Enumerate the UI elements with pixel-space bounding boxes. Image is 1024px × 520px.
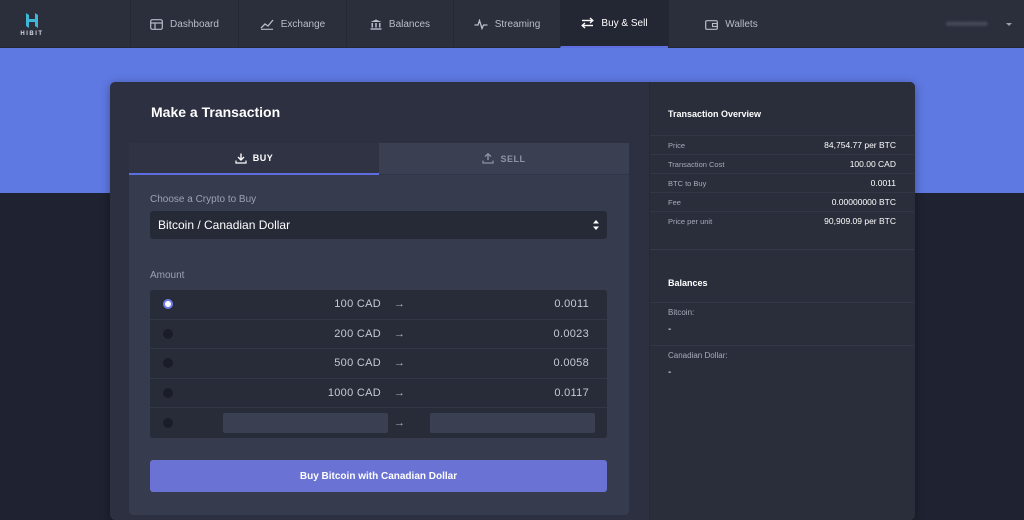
overview-value: 100.00 CAD [849, 159, 896, 169]
nav-tab-label: Balances [388, 18, 431, 30]
overview-key: Transaction Cost [668, 159, 725, 169]
nav-tab-label: Buy & Sell [601, 17, 648, 29]
tab-buy[interactable]: BUY [129, 143, 379, 175]
nav-tab-dashboard[interactable]: Dashboard [130, 0, 238, 48]
wallet-icon [705, 19, 719, 30]
overview-value: 0.00000000 BTC [831, 197, 896, 207]
buy-sell-panel: BUY SELL Choose a Crypto to Buy Bitcoin … [129, 143, 629, 515]
tab-sell-label: SELL [500, 153, 526, 164]
amount-btc: 0.0023 [553, 327, 589, 340]
amount-option-row[interactable]: 1000 CAD → 0.0117 [150, 379, 607, 408]
page-title: Make a Transaction [151, 104, 281, 120]
overview-row-transaction-cost: Transaction Cost 100.00 CAD [650, 154, 914, 173]
bitcoin-balance-label: Bitcoin: [668, 308, 695, 317]
overview-row-price: Price 84,754.77 per BTC [650, 135, 914, 154]
custom-btc-input[interactable] [430, 412, 595, 433]
overview-row-fee: Fee 0.00000000 BTC [650, 192, 914, 211]
nav-tab-streaming[interactable]: Streaming [453, 0, 560, 48]
nav-tab-buy-sell[interactable]: Buy & Sell [560, 0, 668, 48]
overview-key: Price per unit [668, 216, 713, 226]
hibit-logo-icon [26, 12, 38, 28]
dashboard-icon [150, 18, 163, 30]
amount-option-row[interactable]: 200 CAD → 0.0023 [150, 320, 607, 349]
custom-amount-row[interactable]: → [150, 408, 607, 438]
arrow-right-icon: → [394, 327, 405, 340]
chevron-down-icon [1006, 22, 1012, 26]
amount-option-row[interactable]: 100 CAD → 0.0011 [150, 290, 607, 320]
custom-cad-input[interactable] [223, 412, 388, 433]
nav-tab-label: Dashboard [170, 18, 219, 30]
overview-value: 90,909.09 per BTC [824, 216, 896, 226]
crypto-select-value: Bitcoin / Canadian Dollar [158, 218, 291, 232]
transaction-form-section: Make a Transaction BUY SELL Choose a Cry… [110, 82, 648, 520]
divider [650, 345, 914, 346]
overview-section: Transaction Overview Price 84,754.77 per… [649, 82, 915, 520]
overview-row-btc-to-buy: BTC to Buy 0.0011 [650, 173, 914, 192]
pulse-icon [474, 18, 488, 30]
amount-radio[interactable] [163, 299, 173, 310]
nav-tab-wallets[interactable]: Wallets [668, 0, 794, 48]
overview-key: BTC to Buy [668, 178, 707, 188]
download-icon [235, 153, 247, 164]
overview-key: Price [668, 140, 686, 150]
section-divider [650, 249, 914, 250]
overview-key: Fee [668, 197, 681, 207]
swap-arrows-icon [581, 17, 595, 29]
overview-row-price-per-unit: Price per unit 90,909.09 per BTC [650, 211, 914, 230]
logo[interactable]: HIBIT [0, 0, 130, 48]
logo-wordmark: HIBIT [20, 30, 44, 37]
arrow-right-icon: → [394, 357, 405, 370]
nav-tab-balances[interactable]: Balances [346, 0, 453, 48]
cad-balance-value: - [668, 367, 672, 378]
select-arrows-icon [593, 220, 599, 230]
tab-buy-label: BUY [252, 153, 274, 163]
arrow-right-icon: → [394, 416, 405, 429]
transaction-card: Make a Transaction BUY SELL Choose a Cry… [110, 82, 915, 520]
nav-tab-label: Wallets [725, 18, 758, 30]
nav-tab-exchange[interactable]: Exchange [238, 0, 346, 48]
amount-cad: 500 CAD [334, 357, 381, 370]
overview-title: Transaction Overview [668, 109, 762, 119]
amount-btc: 0.0117 [554, 386, 589, 399]
user-menu[interactable]: •••••••••• [946, 0, 1012, 48]
amount-radio[interactable] [163, 358, 173, 369]
buy-button[interactable]: Buy Bitcoin with Canadian Dollar [150, 460, 607, 492]
bank-icon [370, 19, 382, 30]
crypto-select[interactable]: Bitcoin / Canadian Dollar [150, 211, 607, 239]
balances-title: Balances [668, 278, 708, 288]
amount-option-row[interactable]: 500 CAD → 0.0058 [150, 349, 607, 379]
crypto-select-label: Choose a Crypto to Buy [150, 194, 257, 205]
overview-value: 84,754.77 per BTC [824, 140, 896, 150]
arrow-right-icon: → [394, 298, 405, 311]
top-navbar: HIBIT Dashboard Exchange Balances Stream… [0, 0, 1024, 48]
overview-value: 0.0011 [870, 178, 896, 188]
amount-options: 100 CAD → 0.0011 200 CAD → 0.0023 500 CA… [150, 290, 607, 438]
user-name: •••••••••• [946, 19, 988, 29]
amount-btc: 0.0058 [553, 357, 589, 370]
divider [650, 302, 914, 303]
bitcoin-balance-value: - [668, 324, 672, 335]
amount-cad: 1000 CAD [327, 386, 381, 399]
arrow-right-icon: → [394, 386, 405, 399]
nav-tab-label: Streaming [494, 18, 541, 30]
amount-radio[interactable] [163, 387, 173, 398]
chart-line-icon [260, 19, 274, 30]
amount-radio[interactable] [163, 328, 173, 339]
amount-radio[interactable] [163, 417, 173, 428]
tab-sell[interactable]: SELL [379, 143, 629, 175]
cad-balance-label: Canadian Dollar: [668, 351, 728, 360]
amount-btc: 0.0011 [554, 298, 589, 311]
main-nav: Dashboard Exchange Balances Streaming Bu… [130, 0, 794, 48]
amount-cad: 100 CAD [334, 298, 381, 311]
amount-label: Amount [150, 270, 185, 281]
amount-cad: 200 CAD [334, 327, 381, 340]
upload-icon [482, 153, 495, 164]
buy-sell-tabs: BUY SELL [129, 143, 629, 175]
nav-tab-label: Exchange [280, 18, 326, 30]
